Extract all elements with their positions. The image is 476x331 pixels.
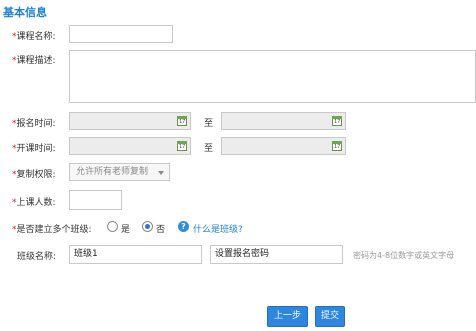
signup-start-date-input[interactable]: 17 (69, 112, 191, 130)
course-desc-label-text: 课程描述: (16, 56, 56, 66)
prev-step-button[interactable]: 上一步 (267, 306, 308, 327)
submit-button[interactable]: 提交 (315, 306, 345, 327)
what-is-class-link[interactable]: 什么是班级? (193, 222, 243, 235)
signup-time-label: *报名时间: (12, 116, 56, 129)
copy-permission-label: *复制权限: (12, 167, 56, 180)
copy-permission-label-text: 复制权限: (16, 170, 56, 180)
course-name-label: *课程名称: (12, 29, 56, 42)
class-time-label-text: 开课时间: (16, 144, 56, 154)
section-title: 基本信息 (3, 6, 47, 19)
class-to-label: 至 (204, 144, 214, 154)
chevron-down-icon (158, 171, 164, 175)
calendar-icon[interactable]: 17 (177, 116, 187, 126)
copy-permission-selected: 允许所有老师复制 (76, 167, 149, 177)
calendar-icon-text: 17 (334, 144, 341, 150)
calendar-icon-text: 17 (179, 119, 186, 125)
multi-class-no-label[interactable]: 否 (156, 222, 165, 235)
multi-class-no-radio[interactable] (142, 221, 153, 232)
class-name-label: 班级名称: (17, 252, 57, 262)
multi-class-label: *是否建立多个班级: (12, 222, 92, 235)
calendar-icon-text: 17 (334, 119, 341, 125)
password-hint: 密码为4-8位数字或英文字母 (353, 251, 455, 260)
course-name-input[interactable] (69, 25, 173, 43)
signup-password-value: 设置报名密码 (215, 249, 270, 259)
class-start-date-input[interactable]: 17 (69, 137, 191, 155)
class-name-value: 班级1 (74, 249, 98, 259)
calendar-icon[interactable]: 17 (332, 141, 342, 151)
calendar-icon[interactable]: 17 (177, 141, 187, 151)
calendar-icon-text: 17 (179, 144, 186, 150)
class-size-input[interactable] (69, 190, 122, 210)
class-name-input[interactable]: 班级1 (69, 245, 202, 264)
signup-end-date-input[interactable]: 17 (221, 112, 346, 130)
course-desc-label: *课程描述: (12, 53, 56, 66)
class-size-label: *上课人数: (12, 195, 56, 208)
help-icon[interactable]: ? (178, 221, 189, 232)
calendar-icon[interactable]: 17 (332, 116, 342, 126)
multi-class-yes-radio[interactable] (107, 221, 118, 232)
signup-time-label-text: 报名时间: (16, 119, 56, 129)
multi-class-label-text: 是否建立多个班级: (16, 225, 92, 235)
class-time-label: *开课时间: (12, 141, 56, 154)
signup-to-label: 至 (204, 119, 214, 129)
course-desc-textarea[interactable] (69, 50, 476, 103)
class-end-date-input[interactable]: 17 (221, 137, 346, 155)
course-name-label-text: 课程名称: (16, 32, 56, 42)
copy-permission-select[interactable]: 允许所有老师复制 (69, 163, 170, 181)
signup-password-input[interactable]: 设置报名密码 (210, 245, 343, 264)
class-size-label-text: 上课人数: (16, 198, 56, 208)
multi-class-yes-label[interactable]: 是 (121, 222, 130, 235)
